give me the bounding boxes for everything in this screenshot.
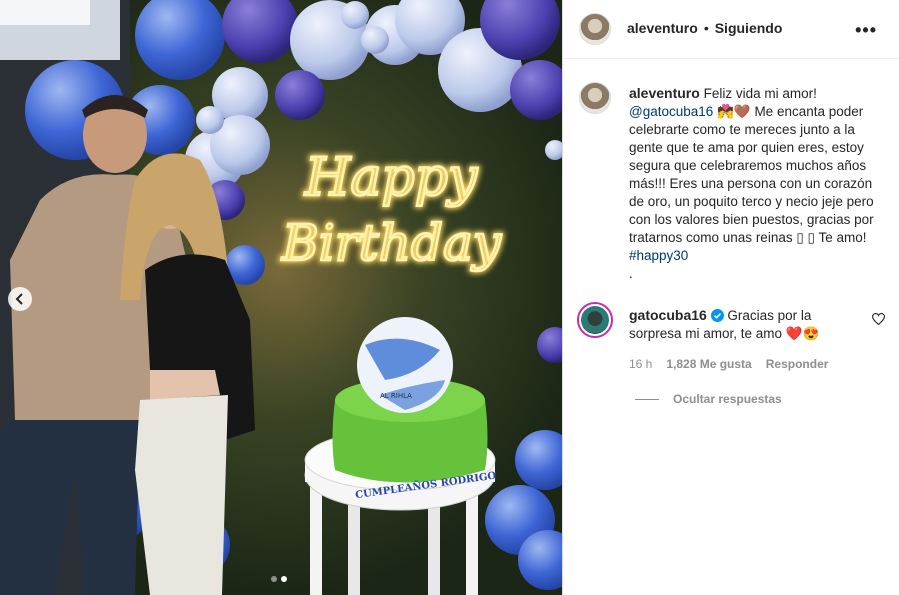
- ball-text: AL RIHLA: [380, 392, 412, 400]
- author-avatar[interactable]: [579, 13, 611, 45]
- post-side-panel: aleventuro • Siguiendo ••• aleventuro Fe…: [563, 0, 899, 595]
- hide-replies-label[interactable]: Ocultar respuestas: [673, 392, 782, 406]
- reply-likes-count[interactable]: 1,828 Me gusta: [666, 357, 751, 371]
- carousel-previous-button[interactable]: [8, 287, 32, 311]
- like-comment-button[interactable]: [871, 312, 886, 330]
- caption-username[interactable]: aleventuro: [629, 85, 700, 101]
- reply-meta: 16 h 1,828 Me gusta Responder: [629, 357, 828, 371]
- neon-birthday-text: Birthday: [281, 214, 502, 272]
- caption-trailing: .: [629, 266, 633, 281]
- verified-badge-icon: [710, 309, 724, 322]
- reply-username[interactable]: gatocuba16: [629, 307, 707, 323]
- reply-author-avatar[interactable]: [577, 302, 613, 338]
- caption-intro: Feliz vida mi amor!: [703, 86, 817, 101]
- birthday-photo-illustration: Happy Happy Birthday Birthday AL RIHLA C…: [0, 0, 562, 595]
- caption-author-avatar[interactable]: [579, 82, 611, 114]
- follow-status-button[interactable]: Siguiendo: [715, 20, 783, 36]
- chevron-left-icon: [15, 293, 23, 305]
- hide-replies-toggle[interactable]: Ocultar respuestas: [635, 392, 782, 406]
- carousel-dot-1: [271, 576, 277, 582]
- hide-replies-line: [635, 398, 659, 400]
- heart-outline-icon: [871, 313, 886, 326]
- caption-hashtag-link[interactable]: #happy30: [629, 248, 688, 263]
- caption-mention-link[interactable]: @gatocuba16: [629, 104, 713, 119]
- caption-emojis: 💏🤎: [717, 104, 751, 119]
- caption-body: Me encanta poder celebrarte como te mere…: [629, 104, 874, 245]
- reply-comment: gatocuba16 Gracias por la sorpresa mi am…: [629, 306, 859, 343]
- carousel-dot-2-active: [281, 576, 287, 582]
- post-photo[interactable]: Happy Happy Birthday Birthday AL RIHLA C…: [0, 0, 562, 595]
- neon-happy-text: Happy: [304, 148, 478, 208]
- post-caption: aleventuro Feliz vida mi amor! @gatocuba…: [629, 84, 879, 283]
- reply-button[interactable]: Responder: [766, 357, 829, 371]
- separator-dot: •: [703, 20, 709, 36]
- reply-emojis: ❤️😍: [785, 326, 820, 341]
- more-options-icon[interactable]: •••: [855, 20, 877, 41]
- reply-time[interactable]: 16 h: [629, 357, 652, 371]
- author-username[interactable]: aleventuro: [627, 20, 698, 36]
- post-header: aleventuro • Siguiendo •••: [563, 0, 899, 59]
